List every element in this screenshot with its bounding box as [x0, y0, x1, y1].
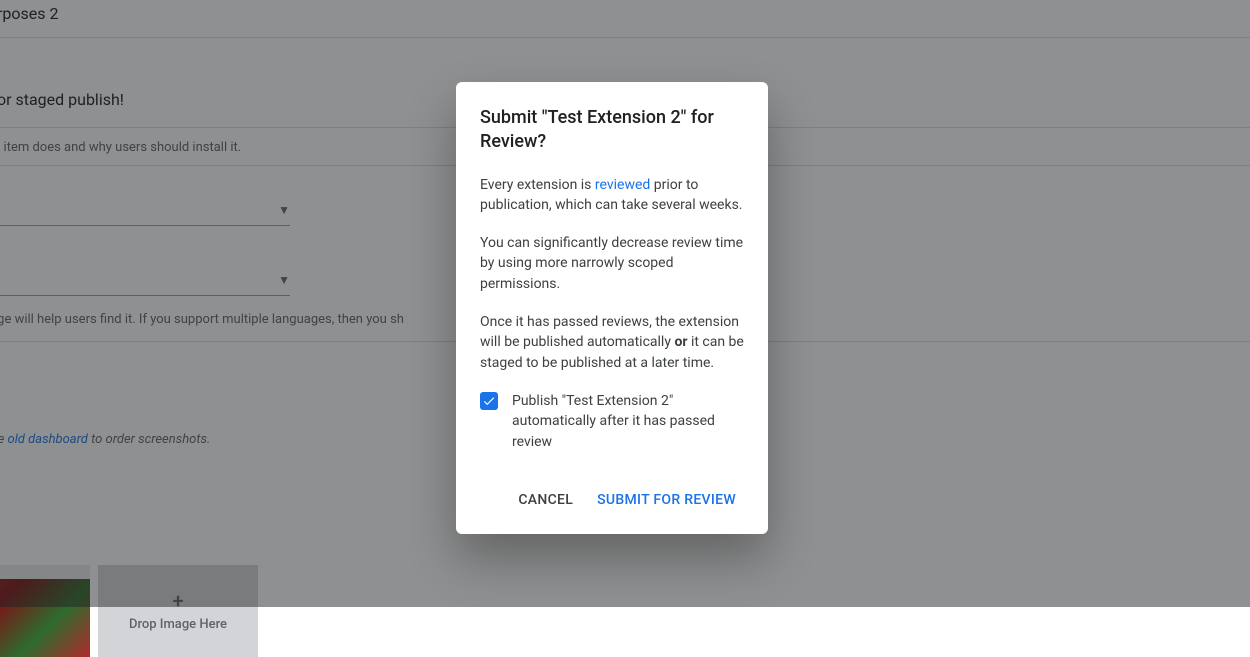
- auto-publish-checkbox-label: Publish "Test Extension 2" automatically…: [512, 391, 744, 452]
- cancel-button[interactable]: CANCEL: [510, 484, 581, 516]
- text-fragment: Every extension is: [480, 177, 595, 193]
- dialog-title: Submit "Test Extension 2" for Review?: [480, 106, 744, 155]
- dialog-paragraph-2: You can significantly decrease review ti…: [480, 233, 744, 294]
- reviewed-link[interactable]: reviewed: [595, 177, 650, 193]
- text-strong: or: [674, 334, 687, 350]
- dialog-paragraph-1: Every extension is reviewed prior to pub…: [480, 175, 744, 216]
- auto-publish-checkbox-row[interactable]: Publish "Test Extension 2" automatically…: [480, 391, 744, 452]
- dialog-actions: CANCEL SUBMIT FOR REVIEW: [480, 484, 744, 516]
- submit-review-dialog: Submit "Test Extension 2" for Review? Ev…: [456, 82, 768, 534]
- auto-publish-checkbox[interactable]: [480, 392, 498, 410]
- check-icon: [482, 394, 496, 408]
- submit-for-review-button[interactable]: SUBMIT FOR REVIEW: [589, 484, 744, 516]
- dialog-paragraph-3: Once it has passed reviews, the extensio…: [480, 312, 744, 373]
- dropzone-label: Drop Image Here: [129, 617, 227, 632]
